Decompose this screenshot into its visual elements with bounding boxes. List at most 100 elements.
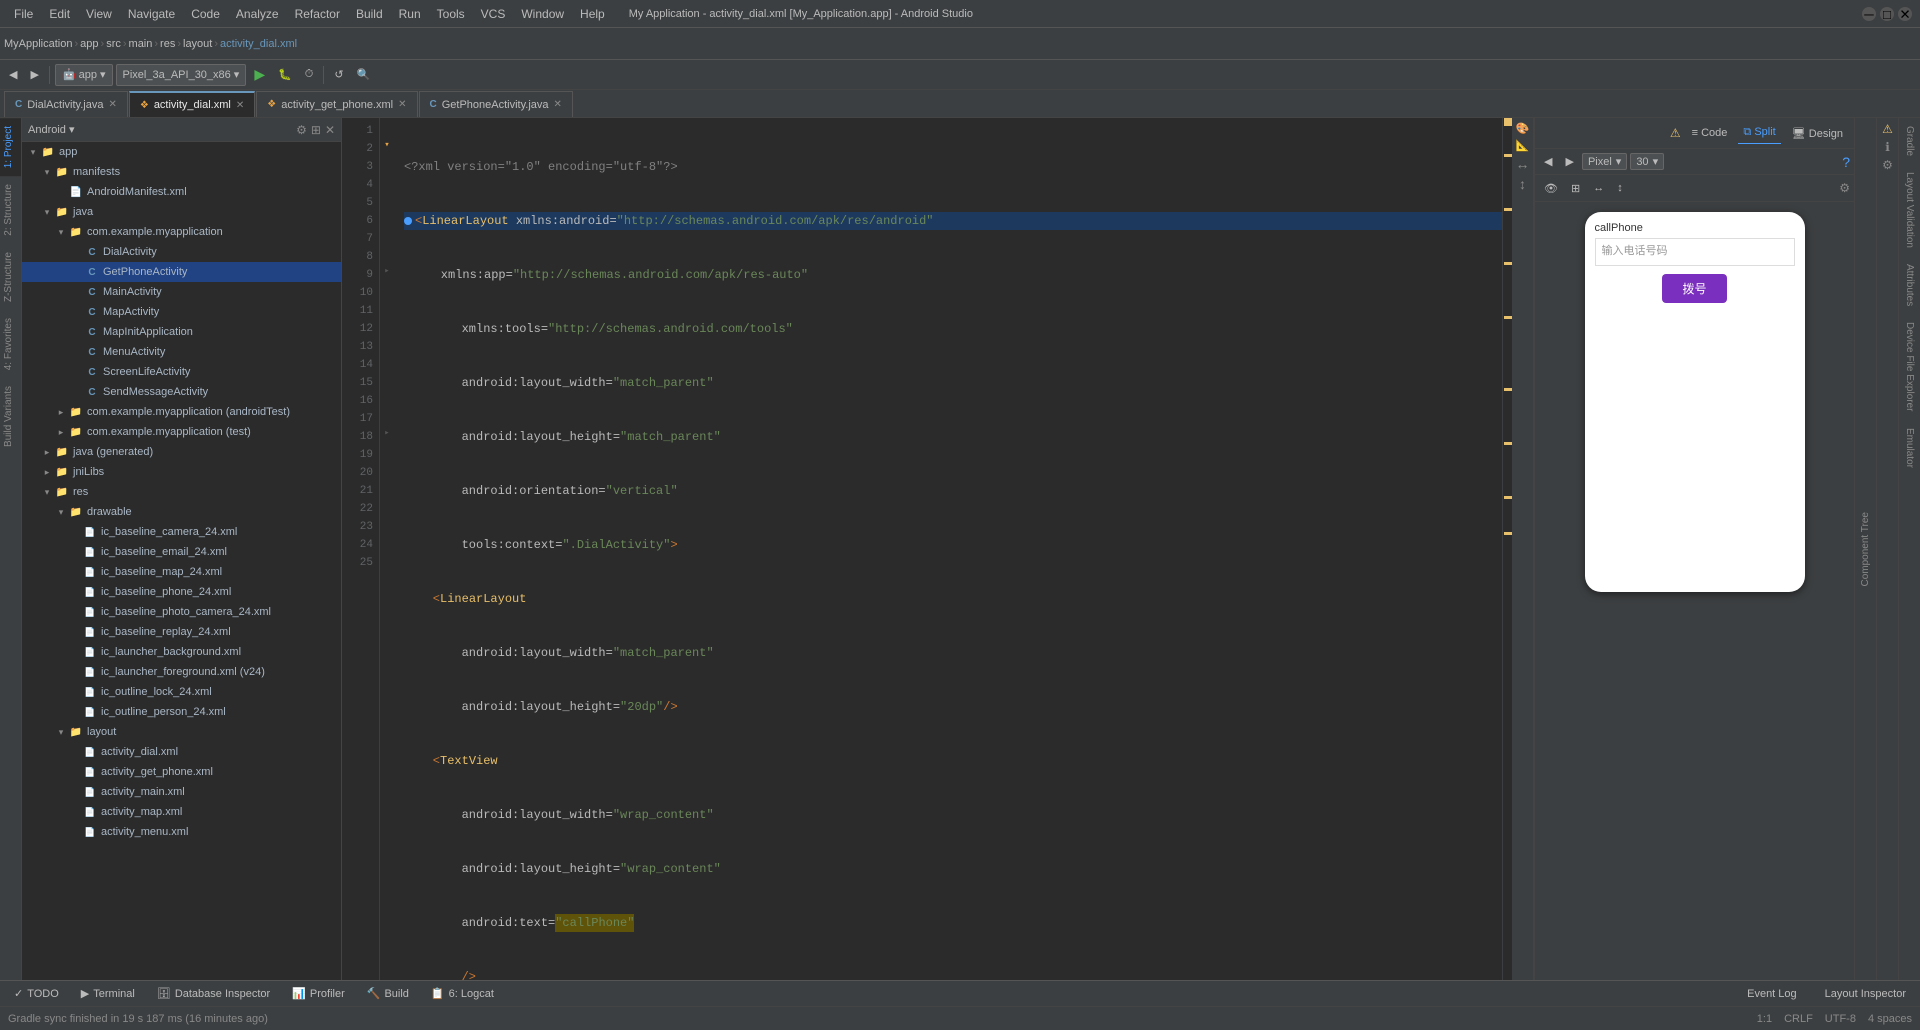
code-editor[interactable]: 1 2 3 4 5 6 7 8 9 10 11 12 13 14 15 16 1… — [342, 118, 1512, 980]
tree-androidmanifest[interactable]: 📄 AndroidManifest.xml — [22, 182, 341, 202]
menu-refactor[interactable]: Refactor — [289, 5, 346, 23]
eye-btn[interactable]: 👁 — [1539, 177, 1563, 199]
tab-get-phone-close[interactable]: ✕ — [398, 99, 406, 110]
tree-app[interactable]: ▾ 📁 app — [22, 142, 341, 162]
code-line-6[interactable]: android:layout_height="match_parent" — [404, 428, 1502, 446]
code-line-8[interactable]: tools:context=".DialActivity"> — [404, 536, 1502, 554]
palette-icon-1[interactable]: 🎨 — [1516, 122, 1530, 135]
tree-activity-dial-xml[interactable]: 📄 activity_dial.xml — [22, 742, 341, 762]
tree-send-message[interactable]: C SendMessageActivity — [22, 382, 341, 402]
code-line-5[interactable]: android:layout_width="match_parent" — [404, 374, 1502, 392]
build-tab[interactable]: 🔨 Build — [357, 983, 419, 1005]
minimize-button[interactable]: ─ — [1862, 7, 1876, 21]
attr-filter-icon[interactable]: ⚙ — [1882, 158, 1893, 172]
event-log-tab[interactable]: Event Log — [1737, 983, 1807, 1005]
grid-btn[interactable]: ⊞ — [1566, 177, 1585, 199]
tab-get-phone-activity-close[interactable]: ✕ — [554, 99, 562, 110]
menu-analyze[interactable]: Analyze — [230, 5, 285, 23]
palette-icon-4[interactable]: ↕ — [1519, 176, 1526, 192]
run-btn[interactable]: ▶ — [249, 64, 270, 86]
tree-java-generated[interactable]: ▸ 📁 java (generated) — [22, 442, 341, 462]
device-dropdown[interactable]: Pixel_3a_API_30_x86 ▾ — [116, 64, 247, 86]
profile-btn[interactable]: ⏱ — [300, 64, 319, 86]
breadcrumb-myapplication[interactable]: MyApplication — [4, 38, 72, 50]
tab-get-phone-activity[interactable]: C GetPhoneActivity.java ✕ — [419, 91, 573, 117]
design-view-btn[interactable]: 🖥 Design — [1787, 122, 1848, 144]
menu-help[interactable]: Help — [574, 5, 611, 23]
fold-2[interactable]: ▾ — [380, 136, 394, 154]
back-btn[interactable]: ◀ — [4, 64, 22, 86]
database-inspector-tab[interactable]: 🗄 Database Inspector — [147, 983, 280, 1005]
code-line-13[interactable]: android:layout_width="wrap_content" — [404, 806, 1502, 824]
emulator-tab[interactable]: Emulator — [1901, 420, 1918, 476]
sidebar-gear[interactable]: ⚙ — [296, 123, 307, 137]
breadcrumb-main[interactable]: main — [129, 38, 153, 50]
tree-get-phone-activity[interactable]: C GetPhoneActivity — [22, 262, 341, 282]
tree-screen-life[interactable]: C ScreenLifeActivity — [22, 362, 341, 382]
build-variants-tab[interactable]: Build Variants — [0, 378, 21, 455]
code-line-2[interactable]: <LinearLayout xmlns:android="http://sche… — [404, 212, 1502, 230]
breadcrumb-app[interactable]: app — [80, 38, 98, 50]
tree-map-activity[interactable]: C MapActivity — [22, 302, 341, 322]
tree-phone-xml[interactable]: 📄 ic_baseline_phone_24.xml — [22, 582, 341, 602]
layout-inspector-tab[interactable]: Layout Inspector — [1815, 983, 1916, 1005]
tree-com-example[interactable]: ▾ 📁 com.example.myapplication — [22, 222, 341, 242]
preview-forward-btn[interactable]: ▶ — [1560, 151, 1578, 173]
terminal-tab[interactable]: ▶ Terminal — [71, 983, 145, 1005]
profiler-tab[interactable]: 📊 Profiler — [282, 983, 355, 1005]
tree-drawable[interactable]: ▾ 📁 drawable — [22, 502, 341, 522]
menu-vcs[interactable]: VCS — [475, 5, 512, 23]
tree-android-test[interactable]: ▸ 📁 com.example.myapplication (androidTe… — [22, 402, 341, 422]
filter-icon[interactable]: ⚙ — [1839, 181, 1850, 195]
menu-file[interactable]: File — [8, 5, 39, 23]
tree-test[interactable]: ▸ 📁 com.example.myapplication (test) — [22, 422, 341, 442]
search-toolbar-btn[interactable]: 🔍 — [352, 64, 376, 86]
sidebar-close[interactable]: ✕ — [325, 123, 335, 137]
code-line-1[interactable]: <?xml version="1.0" encoding="utf-8"?> — [404, 158, 1502, 176]
tree-replay-xml[interactable]: 📄 ic_baseline_replay_24.xml — [22, 622, 341, 642]
tab-dial-activity[interactable]: C DialActivity.java ✕ — [4, 91, 128, 117]
menu-code[interactable]: Code — [185, 5, 226, 23]
code-view-btn[interactable]: ≡ Code — [1687, 122, 1733, 144]
preview-back-btn[interactable]: ◀ — [1539, 151, 1557, 173]
tree-activity-main-xml[interactable]: 📄 activity_main.xml — [22, 782, 341, 802]
tree-manifests[interactable]: ▾ 📁 manifests — [22, 162, 341, 182]
tree-activity-map-xml[interactable]: 📄 activity_map.xml — [22, 802, 341, 822]
menu-view[interactable]: View — [80, 5, 118, 23]
code-line-4[interactable]: xmlns:tools="http://schemas.android.com/… — [404, 320, 1502, 338]
gradle-tab[interactable]: Gradle — [1901, 118, 1918, 164]
tree-activity-get-phone-xml-file[interactable]: 📄 activity_get_phone.xml — [22, 762, 341, 782]
breadcrumb-layout[interactable]: layout — [183, 38, 212, 50]
arrows-v-btn[interactable]: ↕ — [1612, 177, 1628, 199]
tree-jnilibs[interactable]: ▸ 📁 jniLibs — [22, 462, 341, 482]
editor-content[interactable]: 1 2 3 4 5 6 7 8 9 10 11 12 13 14 15 16 1… — [342, 118, 1512, 980]
tree-camera-xml[interactable]: 📄 ic_baseline_camera_24.xml — [22, 522, 341, 542]
device-file-explorer-tab[interactable]: Device File Explorer — [1901, 314, 1918, 419]
code-line-7[interactable]: android:orientation="vertical" — [404, 482, 1502, 500]
pixel-selector[interactable]: Pixel ▾ — [1582, 153, 1627, 170]
tree-main-activity[interactable]: C MainActivity — [22, 282, 341, 302]
tree-res[interactable]: ▾ 📁 res — [22, 482, 341, 502]
breadcrumb-src[interactable]: src — [106, 38, 121, 50]
tree-layout-folder[interactable]: ▾ 📁 layout — [22, 722, 341, 742]
palette-icon-2[interactable]: 📐 — [1516, 139, 1530, 152]
logcat-tab[interactable]: 📋 6: Logcat — [421, 983, 504, 1005]
menu-build[interactable]: Build — [350, 5, 389, 23]
code-line-10[interactable]: android:layout_width="match_parent" — [404, 644, 1502, 662]
tab-activity-dial-xml[interactable]: ❖ activity_dial.xml ✕ — [129, 91, 255, 117]
tree-email-xml[interactable]: 📄 ic_baseline_email_24.xml — [22, 542, 341, 562]
attributes-vert-tab[interactable]: Attributes — [1901, 256, 1918, 314]
favorites-tab[interactable]: 4: Favorites — [0, 310, 21, 378]
attr-info-icon[interactable]: ℹ — [1885, 140, 1890, 154]
sidebar-expand[interactable]: ⊞ — [311, 123, 321, 137]
tab-xml-close[interactable]: ✕ — [236, 100, 244, 111]
code-line-16[interactable]: /> — [404, 968, 1502, 980]
app-dropdown[interactable]: 🤖 app ▾ — [55, 64, 113, 86]
breadcrumb-res[interactable]: res — [160, 38, 175, 50]
tree-menu-activity[interactable]: C MenuActivity — [22, 342, 341, 362]
tab-activity-get-phone-xml[interactable]: ❖ activity_get_phone.xml ✕ — [256, 91, 417, 117]
code-line-15[interactable]: android:text="callPhone" — [404, 914, 1502, 932]
menu-run[interactable]: Run — [393, 5, 427, 23]
code-line-3[interactable]: xmlns:app="http://schemas.android.com/ap… — [404, 266, 1502, 284]
code-line-14[interactable]: android:layout_height="wrap_content" — [404, 860, 1502, 878]
